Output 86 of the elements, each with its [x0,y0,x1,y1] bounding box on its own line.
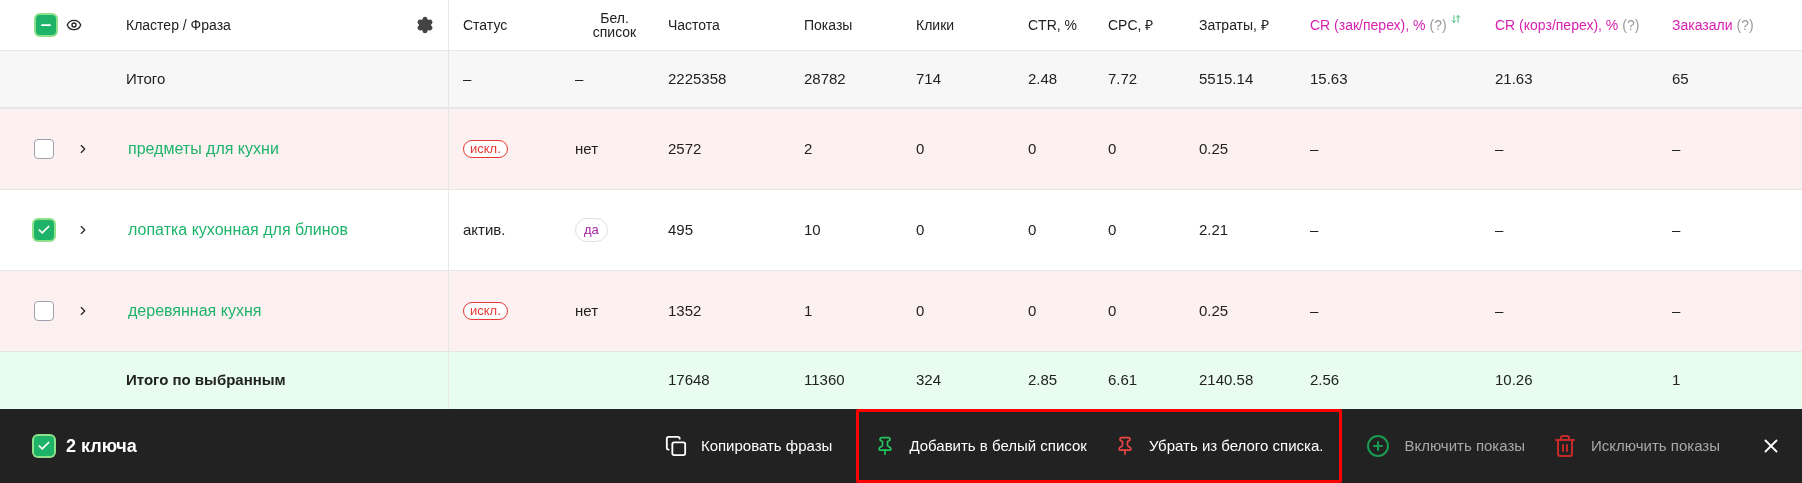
table-row[interactable]: лопатка кухонная для блинов актив. да 495 10 0 0 0 2.21 – – – [0,190,1802,271]
checkbox[interactable] [34,301,54,321]
table-cell-text: – [1495,138,1504,159]
table-cell-text: 714 [916,68,942,89]
table-cell-text: 28782 [804,68,846,89]
column-header: Бел. список [591,11,638,39]
table-cell-text: нет [575,300,598,321]
table-cell-text: – [1495,219,1504,240]
table-cell-text: 0 [916,300,925,321]
table-cell-text: 0 [1028,219,1037,240]
table-cell-text: 0.25 [1199,138,1229,159]
table-cell-text: 1 [1672,370,1681,391]
table-cell-text: – [1672,138,1681,159]
checkbox[interactable] [36,15,56,35]
table-cell-text: нет [575,138,598,159]
column-header: CR (корз/перех), % [1495,18,1619,32]
table-cell-text: 7.72 [1108,68,1138,89]
table-cell-text: – [1672,300,1681,321]
total-label: Итого [126,68,166,89]
table-cell-text: – [575,68,584,89]
table-cell-text: 2 [804,138,813,159]
table-cell-text: 2.56 [1310,370,1340,391]
table-cell-text: 17648 [668,370,710,391]
column-header: Заказали [1672,18,1733,32]
column-header: Клики [916,18,955,32]
column-header: CPC, ₽ [1108,18,1154,32]
table-row[interactable]: предметы для кухни искл. нет 2572 2 0 0 0 0.25 – – – [0,109,1802,190]
column-header[interactable]: CR (зак/перех), % [1310,18,1426,32]
selected-total-label: Итого по выбранным [126,370,286,391]
column-header: Кластер / Фраза [126,15,231,35]
table-cell-text: 0 [1108,219,1117,240]
table-cell-text: 0 [1108,300,1117,321]
action-button[interactable]: Копировать фразы [650,424,847,468]
table-cell-text: 21.63 [1495,68,1533,89]
table-cell-text: 6.61 [1108,370,1138,391]
table-cell-text: 324 [916,370,942,391]
table-cell-text: – [1310,138,1319,159]
table-cell-text: – [1495,300,1504,321]
table-cell-text: 1352 [668,300,702,321]
table-cell-text: 0 [1028,138,1037,159]
table-cell-text: 2.85 [1028,370,1058,391]
column-header: Затраты, ₽ [1199,18,1269,32]
table-cell-text: 2225358 [668,68,727,89]
table-cell-text: 15.63 [1310,68,1348,89]
checkbox[interactable] [34,139,54,159]
table-cell-text: 2.48 [1028,68,1058,89]
column-header: Показы [804,18,853,32]
table-cell-text: 65 [1672,68,1689,89]
table-cell-text: 2572 [668,138,702,159]
table-cell-text: 1 [804,300,813,321]
table-cell-text: – [463,68,472,89]
table-row[interactable]: деревянная кухня искл. нет 1352 1 0 0 0 0.25 – – – [0,271,1802,352]
plus-circle-icon [1366,434,1391,458]
column-header: Частота [668,18,720,32]
table-cell-text: 10 [804,219,821,240]
status-badge: искл. [463,140,508,158]
copy-icon [664,435,687,457]
settings-icon[interactable] [416,16,434,34]
table-cell-text: 495 [668,219,694,240]
table-cell-text: 0.25 [1199,300,1229,321]
table-cell-text: 0 [916,138,925,159]
table-cell-text: – [1310,219,1319,240]
column-header: CTR, % [1028,18,1077,32]
eye-icon[interactable] [66,17,82,33]
table-cell-text: – [1672,219,1681,240]
status-badge: искл. [463,302,508,320]
check-icon [37,439,51,453]
action-button[interactable]: Добавить в белый список [861,424,1101,468]
table-cell-text: 2.21 [1199,219,1229,240]
column-header: Статус [463,18,508,32]
whitelist-badge: да [575,218,608,242]
trash-icon [1553,434,1578,458]
table-cell-text: 5515.14 [1199,68,1254,89]
check-icon [37,223,51,237]
table-cell-text: 2140.58 [1199,370,1254,391]
table-cell-text: 0 [1108,138,1117,159]
table-cell-text: 10.26 [1495,370,1533,391]
table-cell-text: 11360 [804,370,845,391]
checkbox[interactable] [34,436,54,456]
table-cell-text: 0 [1028,300,1037,321]
table-cell-text: – [1310,300,1319,321]
selection-count: 2 ключа [66,434,137,458]
table-cell-text: 0 [916,219,925,240]
checkbox[interactable] [34,220,54,240]
status-text: актив. [463,219,506,240]
action-button[interactable]: Убрать из белого списка. [1100,424,1338,468]
